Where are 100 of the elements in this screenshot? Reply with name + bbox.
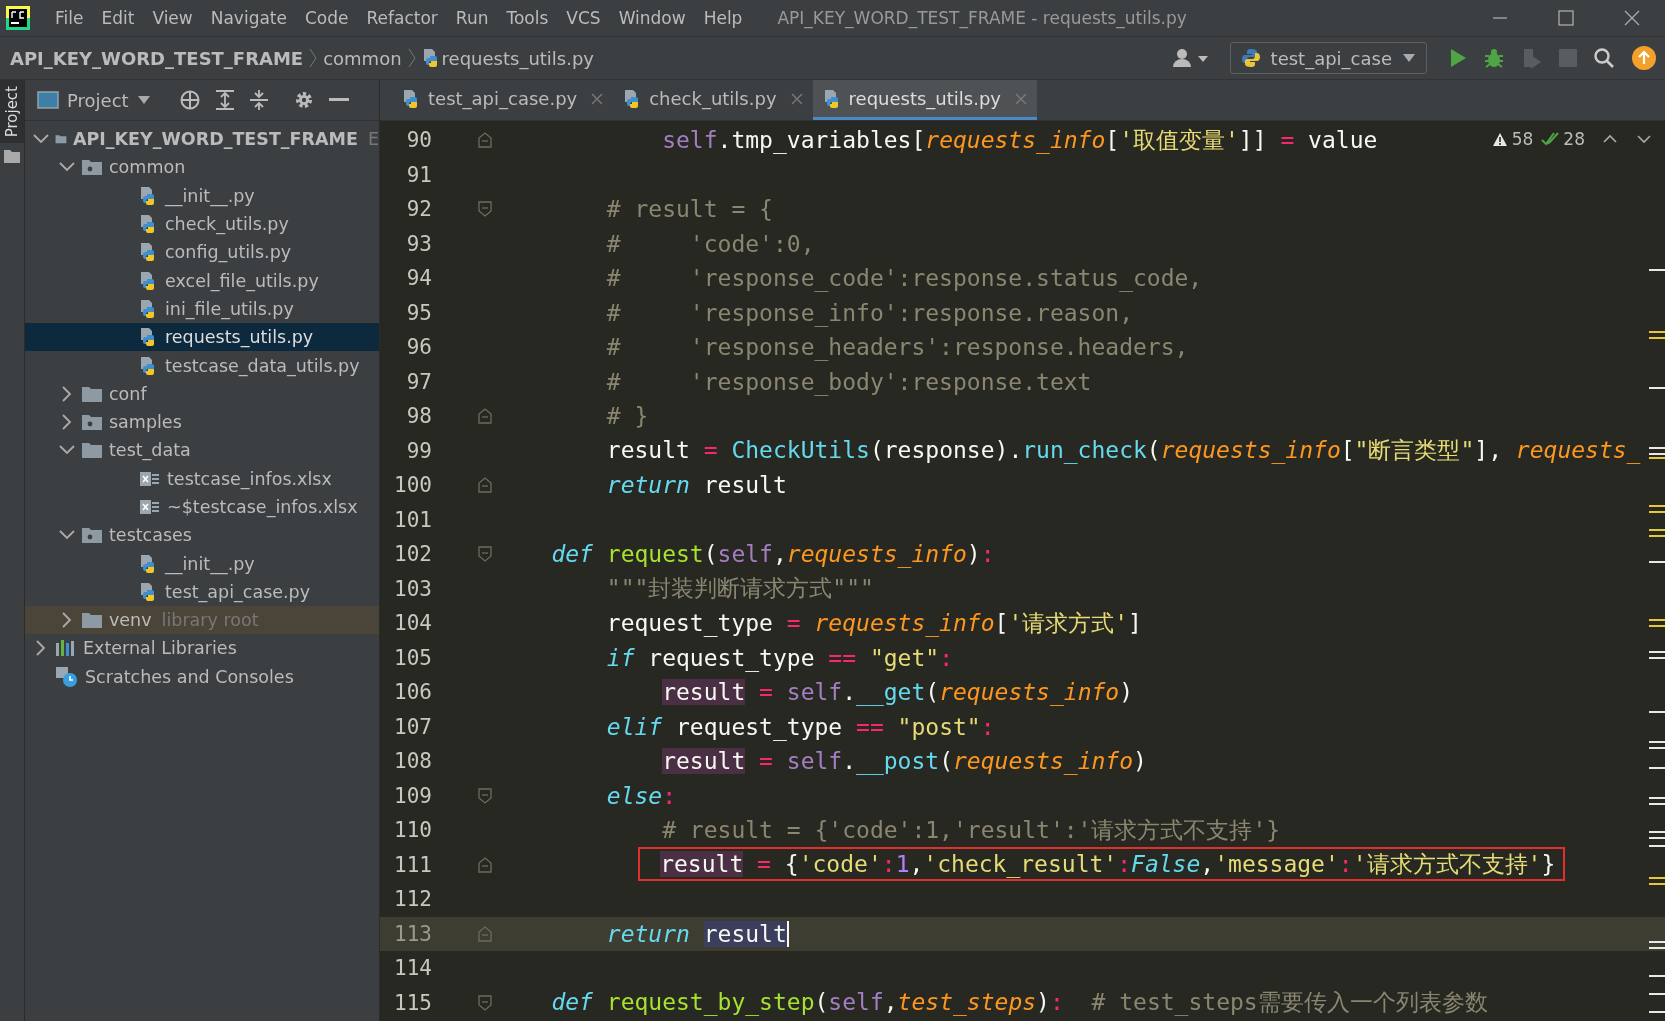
project-tool-tab[interactable]: Project (0, 80, 24, 144)
menu-item[interactable]: Navigate (201, 8, 296, 28)
window-icon (37, 91, 59, 109)
tree-item[interactable]: testcases (25, 521, 379, 550)
tree-item[interactable]: requests_utils.py (25, 323, 379, 352)
tree-item[interactable]: config_utils.py (25, 238, 379, 267)
editor-tab[interactable]: test_api_case.py (392, 80, 614, 120)
fold-icon[interactable] (478, 787, 492, 804)
fold-icon[interactable] (478, 132, 492, 149)
line-number: 92 (405, 197, 432, 222)
line-number: 101 (393, 507, 432, 532)
fold-icon[interactable] (478, 856, 492, 873)
tree-item[interactable]: samples (25, 407, 379, 437)
breadcrumb-item[interactable]: requests_utils.py (441, 47, 595, 69)
collapse-all-icon[interactable] (248, 89, 269, 111)
menu-item[interactable]: VCS (557, 8, 610, 28)
tree-item[interactable]: External Libraries (25, 634, 379, 663)
item-label: test_data (109, 440, 191, 461)
coverage-icon[interactable] (1521, 47, 1543, 69)
run-configuration-dropdown[interactable]: test_api_case (1229, 42, 1427, 74)
chevron-icon (407, 48, 416, 68)
chevron-up-icon[interactable] (1603, 134, 1617, 144)
fold-icon[interactable] (478, 994, 492, 1011)
chevron-icon (309, 48, 318, 68)
fold-icon[interactable] (478, 408, 492, 425)
locate-icon[interactable] (178, 89, 201, 111)
user-dropdown-icon[interactable] (1171, 47, 1210, 69)
code-line: else: (606, 782, 677, 809)
item-hint: E (367, 129, 379, 150)
menu-item[interactable]: Edit (92, 8, 144, 28)
code-line: result = CheckUtils(response).run_check(requests_info["断言类型"], requests_ (606, 437, 1641, 464)
caret-icon (136, 95, 151, 105)
passed-count[interactable]: 28 (1541, 129, 1585, 149)
window-title: API_KEY_WORD_TEST_FRAME - requests_utils.py (777, 8, 1188, 28)
chevron-down-icon[interactable] (1637, 134, 1651, 144)
menu-item[interactable]: View (143, 8, 202, 28)
tree-item[interactable]: testcase_data_utils.py (25, 351, 379, 380)
tree-item[interactable]: test_data (25, 436, 379, 465)
code-line: # 'code':0, (606, 230, 815, 257)
folder-icon[interactable] (4, 149, 20, 164)
item-label: test_api_case.py (165, 581, 311, 602)
editor-tab[interactable]: requests_utils.py (812, 80, 1037, 120)
item-label: External Libraries (83, 638, 237, 659)
tree-item[interactable]: ~$testcase_infos.xlsx (25, 492, 379, 522)
run-icon[interactable] (1449, 48, 1467, 68)
expand-all-icon[interactable] (214, 89, 235, 111)
fold-icon[interactable] (478, 925, 492, 942)
line-number: 112 (393, 887, 432, 912)
tree-item[interactable]: excel_file_utils.py (25, 266, 379, 295)
project-view-dropdown[interactable]: Project (37, 89, 151, 111)
breadcrumb-item[interactable]: common (323, 47, 402, 69)
line-number: 90 (405, 128, 432, 153)
bug-icon[interactable] (1483, 47, 1505, 69)
menu-item[interactable]: Run (446, 8, 498, 28)
close-icon[interactable] (1624, 10, 1640, 26)
tree-item[interactable]: API_KEY_WORD_TEST_FRAME E (25, 125, 379, 154)
search-icon[interactable] (1593, 47, 1615, 69)
editor-tab[interactable]: check_utils.py (613, 80, 813, 120)
code-line: # 'response_code':response.status_code, (606, 265, 1203, 292)
tree-item[interactable]: Scratches and Consoles (25, 662, 379, 691)
code-line: def request_by_step(self,test_steps): # test_steps需要传入一个列表参数 (551, 989, 1488, 1016)
close-icon[interactable] (591, 92, 604, 105)
tree-item[interactable]: conf (25, 379, 379, 408)
item-label: API_KEY_WORD_TEST_FRAME (72, 129, 358, 150)
line-number: 114 (393, 956, 432, 981)
breadcrumb-item[interactable]: API_KEY_WORD_TEST_FRAME (10, 47, 304, 69)
line-number: 106 (393, 680, 432, 705)
warning-icon (1491, 131, 1508, 147)
close-icon[interactable] (790, 92, 803, 105)
line-number: 107 (393, 714, 432, 739)
line-number: 94 (405, 266, 432, 291)
double-check-icon (1541, 131, 1560, 147)
minimize-icon[interactable] (328, 98, 349, 102)
fold-icon[interactable] (478, 477, 492, 494)
menu-item[interactable]: File (46, 8, 93, 28)
tree-item[interactable]: test_api_case.py (25, 577, 379, 607)
tree-item[interactable]: common (25, 153, 379, 182)
line-number: 104 (393, 611, 432, 636)
menu-item[interactable]: Tools (497, 8, 558, 28)
line-number: 99 (405, 438, 432, 463)
tree-item[interactable]: __init__.py (25, 181, 379, 210)
code-line: return result (606, 472, 787, 499)
tree-item[interactable]: ini_file_utils.py (25, 294, 379, 324)
menu-item[interactable]: Refactor (357, 8, 447, 28)
line-number: 93 (405, 231, 432, 256)
tree-item[interactable]: __init__.py (25, 549, 379, 578)
tree-item[interactable]: testcase_infos.xlsx (25, 464, 379, 493)
caret-icon (1402, 53, 1416, 63)
tree-item[interactable]: venv library root (25, 606, 379, 635)
item-label: samples (109, 412, 182, 433)
fold-icon[interactable] (478, 546, 492, 563)
menu-item[interactable]: Help (694, 8, 752, 28)
menu-item[interactable]: Code (296, 8, 358, 28)
maximize-icon[interactable] (1558, 10, 1574, 26)
warning-count[interactable]: 58 (1491, 129, 1534, 149)
update-icon[interactable] (1631, 45, 1657, 71)
menu-item[interactable]: Window (609, 8, 695, 28)
tree-item[interactable]: check_utils.py (25, 209, 379, 239)
fold-icon[interactable] (478, 201, 492, 218)
item-label: excel_file_utils.py (165, 270, 319, 291)
